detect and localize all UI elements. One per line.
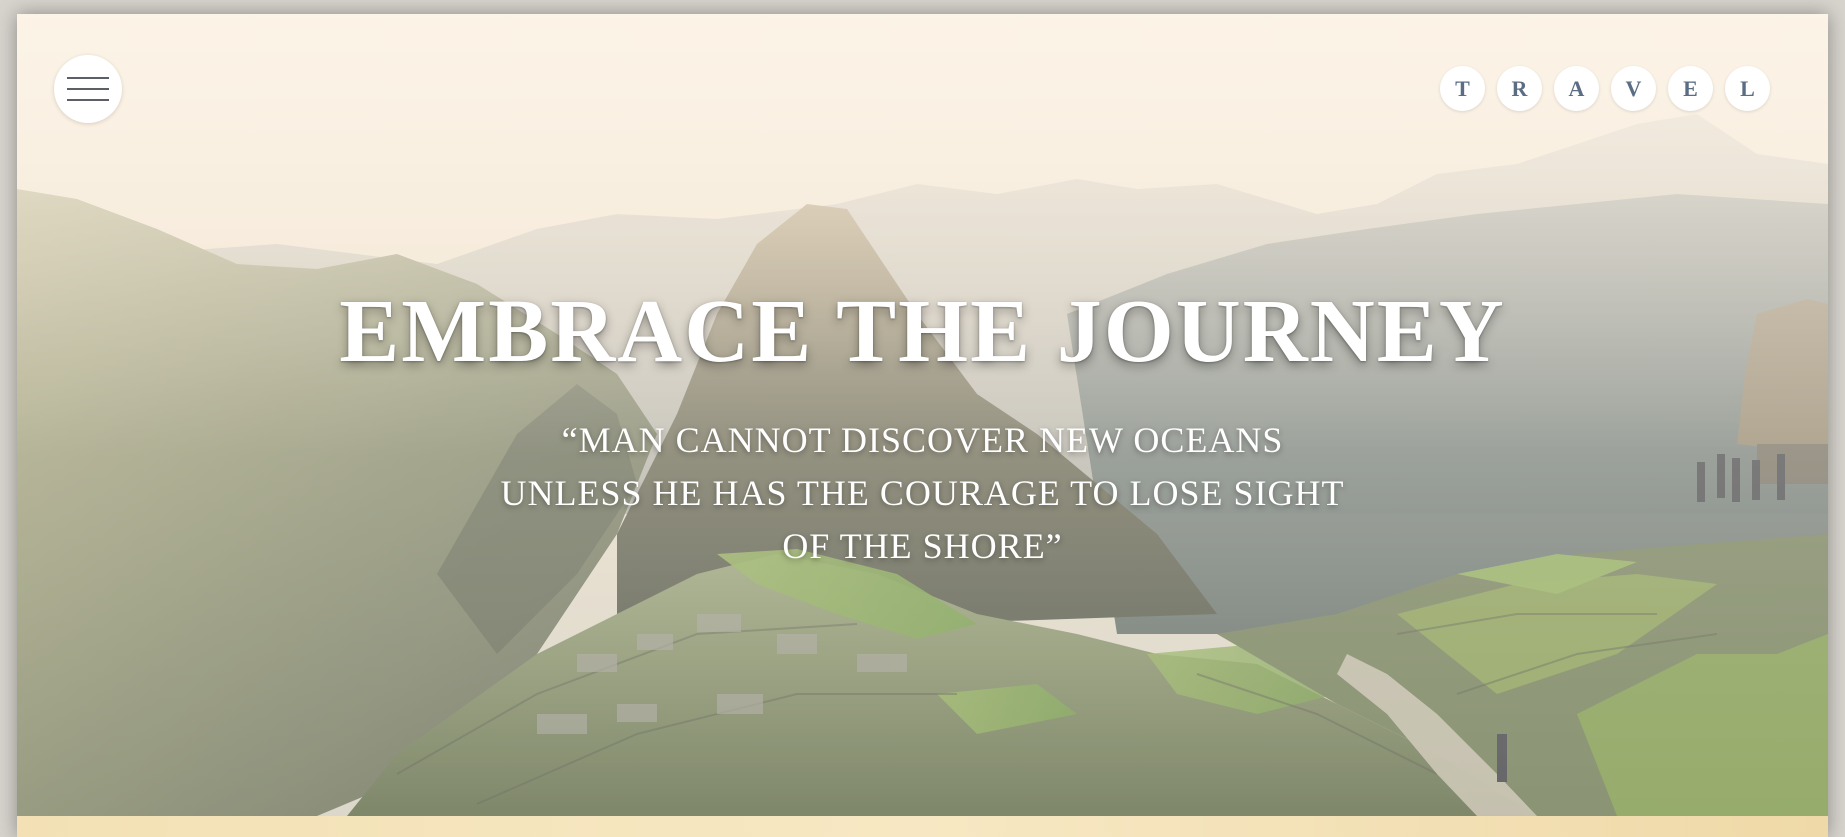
hero-section: T R A V E L EMBRACE THE JOURNEY “MAN CAN… [17, 14, 1828, 816]
brand-logo[interactable]: T R A V E L [1440, 66, 1770, 111]
quote-line: OF THE SHORE” [782, 526, 1063, 566]
hero-quote: “MAN CANNOT DISCOVER NEW OCEANS UNLESS H… [17, 414, 1828, 573]
hero-title: EMBRACE THE JOURNEY [339, 282, 1506, 381]
brand-letter-l: L [1725, 66, 1770, 111]
quote-line: UNLESS HE HAS THE COURAGE TO LOSE SIGHT [500, 473, 1345, 513]
next-section-strip [17, 816, 1828, 837]
page-frame: T R A V E L EMBRACE THE JOURNEY “MAN CAN… [17, 14, 1828, 837]
quote-line: “MAN CANNOT DISCOVER NEW OCEANS [561, 420, 1284, 460]
brand-letter-t: T [1440, 66, 1485, 111]
menu-button[interactable] [54, 55, 122, 123]
brand-letter-a: A [1554, 66, 1599, 111]
brand-letter-e: E [1668, 66, 1713, 111]
brand-letter-r: R [1497, 66, 1542, 111]
brand-letter-v: V [1611, 66, 1656, 111]
hamburger-icon [67, 77, 109, 101]
